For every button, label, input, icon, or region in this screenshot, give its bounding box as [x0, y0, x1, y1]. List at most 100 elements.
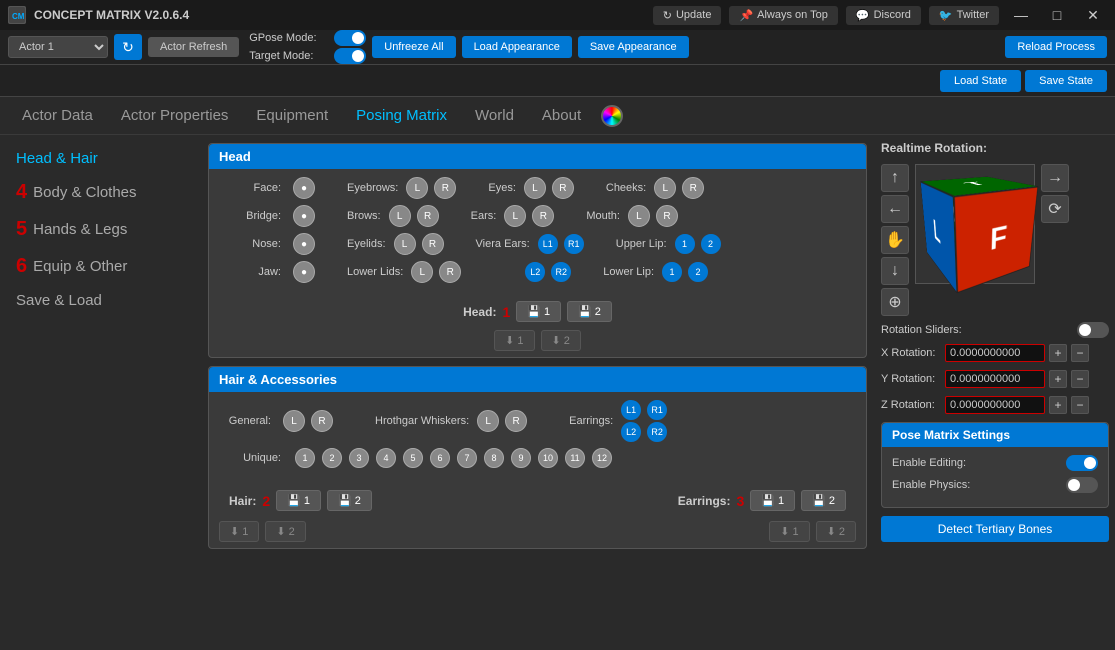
earring-r1[interactable]: R1: [647, 400, 667, 420]
mouth-l[interactable]: L: [628, 205, 650, 227]
jaw-circle[interactable]: ●: [293, 261, 315, 283]
nose-circle[interactable]: ●: [293, 233, 315, 255]
x-rotation-plus[interactable]: +: [1049, 344, 1067, 362]
cube-ctrl-right[interactable]: →: [1041, 164, 1069, 192]
y-rotation-plus[interactable]: +: [1049, 370, 1067, 388]
eyebrows-l[interactable]: L: [406, 177, 428, 199]
minimize-button[interactable]: —: [1007, 1, 1035, 29]
viera-r2[interactable]: R2: [551, 262, 571, 282]
unique-5[interactable]: 5: [403, 448, 423, 468]
x-rotation-input[interactable]: [945, 344, 1045, 362]
y-rotation-input[interactable]: [945, 370, 1045, 388]
sidebar-item-equip-other[interactable]: 6 Equip & Other: [0, 248, 200, 285]
mouth-r[interactable]: R: [656, 205, 678, 227]
z-rotation-minus[interactable]: −: [1071, 396, 1089, 414]
face-circle[interactable]: ●: [293, 177, 315, 199]
enable-physics-toggle[interactable]: [1066, 477, 1098, 493]
earring-l2[interactable]: L2: [621, 422, 641, 442]
general-r[interactable]: R: [311, 410, 333, 432]
earring-l1[interactable]: L1: [621, 400, 641, 420]
eyes-l[interactable]: L: [524, 177, 546, 199]
maximize-button[interactable]: □: [1043, 1, 1071, 29]
x-rotation-minus[interactable]: −: [1071, 344, 1089, 362]
save-state-button[interactable]: Save State: [1025, 70, 1107, 92]
discord-button[interactable]: 💬 Discord: [846, 6, 921, 25]
nav-actor-properties[interactable]: Actor Properties: [107, 101, 243, 130]
eyelids-r[interactable]: R: [422, 233, 444, 255]
upper-lip-1[interactable]: 1: [675, 234, 695, 254]
eyelids-l[interactable]: L: [394, 233, 416, 255]
nav-about[interactable]: About: [528, 101, 595, 130]
hair-save-slot-2[interactable]: 💾 2: [327, 490, 372, 511]
earring-r2[interactable]: R2: [647, 422, 667, 442]
cube-ctrl-target[interactable]: ⊕: [881, 288, 909, 316]
earrings-load-slot-1[interactable]: ⬇ 1: [769, 521, 809, 542]
earrings-save-slot-2[interactable]: 💾 2: [801, 490, 846, 511]
upper-lip-2[interactable]: 2: [701, 234, 721, 254]
hair-load-slot-2[interactable]: ⬇ 2: [265, 521, 305, 542]
actor-dropdown[interactable]: Actor 1: [8, 36, 108, 58]
eyebrows-r[interactable]: R: [434, 177, 456, 199]
earrings-save-slot-1[interactable]: 💾 1: [750, 490, 795, 511]
ears-l[interactable]: L: [504, 205, 526, 227]
head-save-slot-1[interactable]: 💾 1: [516, 301, 561, 322]
unfreeze-all-button[interactable]: Unfreeze All: [372, 36, 455, 58]
lower-lip-2[interactable]: 2: [688, 262, 708, 282]
enable-editing-toggle[interactable]: [1066, 455, 1098, 471]
unique-9[interactable]: 9: [511, 448, 531, 468]
head-load-slot-1[interactable]: ⬇ 1: [494, 330, 534, 351]
unique-7[interactable]: 7: [457, 448, 477, 468]
refresh-icon-button[interactable]: ↻: [114, 34, 142, 60]
ears-r[interactable]: R: [532, 205, 554, 227]
cheeks-l[interactable]: L: [654, 177, 676, 199]
brows-r[interactable]: R: [417, 205, 439, 227]
y-rotation-minus[interactable]: −: [1071, 370, 1089, 388]
hair-save-slot-1[interactable]: 💾 1: [276, 490, 321, 511]
rotation-sliders-toggle[interactable]: [1077, 322, 1109, 338]
target-mode-toggle[interactable]: [334, 48, 366, 64]
unique-10[interactable]: 10: [538, 448, 558, 468]
save-appearance-button[interactable]: Save Appearance: [578, 36, 689, 58]
gpose-mode-toggle[interactable]: [334, 30, 366, 46]
sidebar-item-body-clothes[interactable]: 4 Body & Clothes: [0, 174, 200, 211]
nav-world[interactable]: World: [461, 101, 528, 130]
always-on-top-button[interactable]: 📌 Always on Top: [729, 6, 837, 25]
unique-2[interactable]: 2: [322, 448, 342, 468]
twitter-button[interactable]: 🐦 Twitter: [929, 6, 999, 25]
head-load-slot-2[interactable]: ⬇ 2: [541, 330, 581, 351]
lower-lip-1[interactable]: 1: [662, 262, 682, 282]
z-rotation-plus[interactable]: +: [1049, 396, 1067, 414]
cube-ctrl-up[interactable]: ↑: [881, 164, 909, 192]
earrings-load-slot-2[interactable]: ⬇ 2: [816, 521, 856, 542]
nav-actor-data[interactable]: Actor Data: [8, 101, 107, 130]
unique-4[interactable]: 4: [376, 448, 396, 468]
load-state-button[interactable]: Load State: [940, 70, 1021, 92]
nav-equipment[interactable]: Equipment: [242, 101, 342, 130]
cube-ctrl-hand[interactable]: ✋: [881, 226, 909, 254]
viera-ears-l1[interactable]: L1: [538, 234, 558, 254]
bridge-circle[interactable]: ●: [293, 205, 315, 227]
general-l[interactable]: L: [283, 410, 305, 432]
reload-process-button[interactable]: Reload Process: [1005, 36, 1107, 58]
unique-1[interactable]: 1: [295, 448, 315, 468]
sidebar-item-save-load[interactable]: Save & Load: [0, 285, 200, 316]
unique-11[interactable]: 11: [565, 448, 585, 468]
close-button[interactable]: ✕: [1079, 1, 1107, 29]
nav-posing-matrix[interactable]: Posing Matrix: [342, 101, 461, 130]
head-save-slot-2[interactable]: 💾 2: [567, 301, 612, 322]
actor-refresh-button[interactable]: Actor Refresh: [148, 37, 239, 57]
lower-lids-r[interactable]: R: [439, 261, 461, 283]
z-rotation-input[interactable]: [945, 396, 1045, 414]
lower-lids-l[interactable]: L: [411, 261, 433, 283]
hair-load-slot-1[interactable]: ⬇ 1: [219, 521, 259, 542]
color-picker-icon[interactable]: [601, 105, 623, 127]
sidebar-item-head-hair[interactable]: Head & Hair: [0, 143, 200, 174]
detect-tertiary-bones-button[interactable]: Detect Tertiary Bones: [881, 516, 1109, 542]
cheeks-r[interactable]: R: [682, 177, 704, 199]
eyes-r[interactable]: R: [552, 177, 574, 199]
cube-ctrl-down[interactable]: ↓: [881, 257, 909, 285]
viera-l2[interactable]: L2: [525, 262, 545, 282]
unique-6[interactable]: 6: [430, 448, 450, 468]
unique-3[interactable]: 3: [349, 448, 369, 468]
viera-ears-r1[interactable]: R1: [564, 234, 584, 254]
